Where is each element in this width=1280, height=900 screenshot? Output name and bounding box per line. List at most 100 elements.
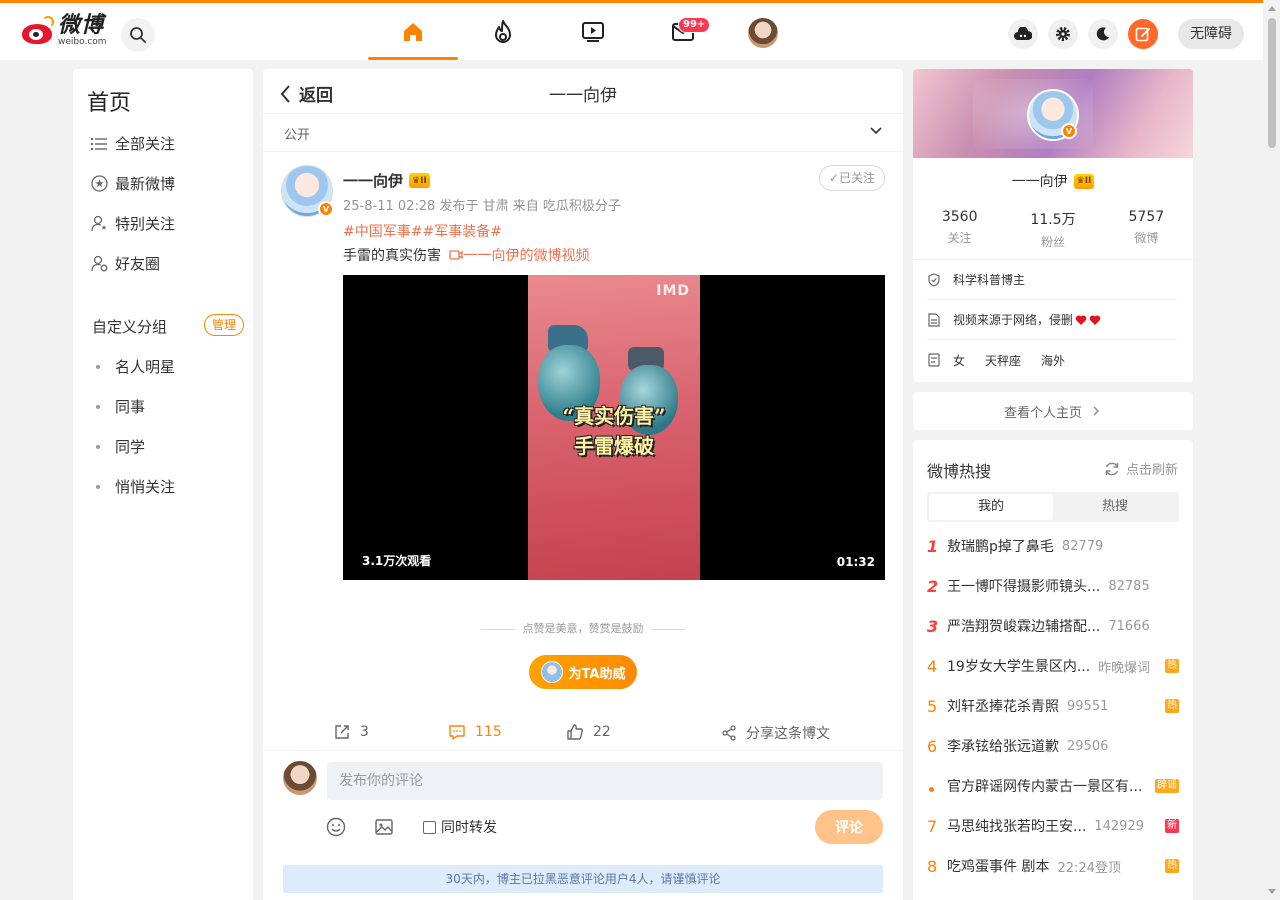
share-label: 分享这条博文 xyxy=(746,726,830,742)
reward-note: 点赞是美意，赞赏是鼓励 xyxy=(263,620,903,636)
stat-following[interactable]: 3560 关注 xyxy=(913,209,1006,250)
crown-icon: ♛ II xyxy=(409,173,430,188)
sidebar-item-friends[interactable]: 好友圈 xyxy=(90,253,160,274)
gear-icon xyxy=(1056,27,1070,41)
sidebar-item-special[interactable]: 特别关注 xyxy=(90,213,175,234)
hot-rank: 3 xyxy=(927,616,939,636)
share-button[interactable]: 分享这条博文 xyxy=(721,723,830,743)
hot-item[interactable]: 3 严浩翔贺峻霖边辅搭配... 71666 xyxy=(927,616,1179,636)
repost-checkbox[interactable]: 同时转发 xyxy=(423,817,497,837)
fire-icon xyxy=(495,19,511,43)
group-item[interactable]: 悄悄关注 xyxy=(96,476,175,497)
scroll-thumb[interactable] xyxy=(1268,18,1276,148)
heart-icon xyxy=(1075,314,1101,325)
hot-count: 99551 xyxy=(1067,698,1109,714)
video-player[interactable]: IMD “真实伤害” 手雷爆破 3.1万次观看 01:32 xyxy=(343,275,885,580)
tab-mine[interactable]: 我的 xyxy=(929,494,1053,520)
weibo-logo[interactable]: 微博 weibo.com xyxy=(20,15,107,47)
logo-text: 微博 xyxy=(58,13,105,38)
follow-button[interactable]: ✓已关注 xyxy=(818,165,885,191)
emoji-button[interactable] xyxy=(326,817,346,837)
stat-label: 关注 xyxy=(947,231,972,245)
bullet-icon xyxy=(96,484,100,489)
stat-followers[interactable]: 11.5万 粉丝 xyxy=(1006,209,1099,250)
group-item[interactable]: 同学 xyxy=(96,436,145,457)
hot-item[interactable]: 2 王一博吓得摄影师镜头... 82785 xyxy=(927,576,1179,596)
sidebar-item-latest[interactable]: 最新微博 xyxy=(90,173,175,194)
video-link[interactable]: 一一向伊的微博视频 xyxy=(445,248,589,264)
stat-number: 11.5万 xyxy=(1030,212,1076,228)
sidebar-title: 首页 xyxy=(87,91,132,116)
like-button[interactable]: 22 xyxy=(566,723,611,741)
stat-posts[interactable]: 5757 微博 xyxy=(1100,209,1193,250)
group-item[interactable]: 同事 xyxy=(96,396,145,417)
hot-item[interactable]: 1 敖瑞鹏p掉了鼻毛 82779 xyxy=(927,536,1179,556)
post-hashtags[interactable]: #中国军事##军事装备# xyxy=(343,221,502,241)
tab-hot[interactable]: 热搜 xyxy=(1053,494,1177,520)
group-item-label: 名人明星 xyxy=(115,358,176,376)
visibility-selector[interactable]: 公开 xyxy=(263,114,903,152)
chevron-down-icon xyxy=(870,127,882,135)
stat-number: 5757 xyxy=(1128,209,1165,225)
image-icon xyxy=(375,819,393,835)
scroll-down-arrow-icon[interactable] xyxy=(1268,889,1276,894)
search-button[interactable] xyxy=(121,18,155,52)
group-item[interactable]: 名人明星 xyxy=(96,356,175,377)
emoji-icon xyxy=(326,817,346,837)
comment-input[interactable] xyxy=(327,762,883,800)
group-item-label: 悄悄关注 xyxy=(115,478,176,496)
group-item-label: 同事 xyxy=(115,398,146,416)
hot-item[interactable]: 官方辟谣网传内蒙古一景区有... 辟谣 xyxy=(927,776,1179,796)
left-sidebar: 首页 全部关注 最新微博 特别关注 好友圈 自定义分组 管理 名人明星 同事 同… xyxy=(73,69,253,900)
bullet-icon xyxy=(96,444,100,449)
post-meta: 25-8-11 02:28 发布于 甘肃 来自 吃瓜积极分子 xyxy=(343,199,621,214)
chevron-right-icon xyxy=(1093,406,1099,416)
user-avatar[interactable] xyxy=(748,18,778,48)
hot-item[interactable]: 7 马思纯找张若昀王安... 142929 新 xyxy=(927,816,1179,836)
hot-search-title: 微博热搜 xyxy=(927,462,992,481)
profile-name[interactable]: 一一向伊 ♛ II xyxy=(913,171,1193,191)
bio-text: 视频来源于网络，侵删 xyxy=(953,313,1074,327)
nav-hot[interactable] xyxy=(458,3,548,60)
nav-video[interactable] xyxy=(548,3,638,60)
hot-item[interactable]: 4 19岁女大学生景区内... 昨晚爆词热 xyxy=(927,656,1179,676)
video-icon xyxy=(582,21,604,42)
author-name[interactable]: 一一向伊 ♛ II xyxy=(343,170,430,191)
hot-tag-badge: 辟谣 xyxy=(1155,779,1179,793)
hot-item[interactable]: 5 刘轩丞捧花杀青照 99551 热 xyxy=(927,696,1179,716)
hot-tag-badge: 热 xyxy=(1165,659,1179,673)
accessibility-button[interactable]: 无障碍 xyxy=(1178,19,1244,49)
manage-groups-button[interactable]: 管理 xyxy=(204,314,245,336)
submit-comment-button[interactable]: 评论 xyxy=(815,810,883,844)
refresh-label: 点击刷新 xyxy=(1125,463,1178,478)
scroll-up-arrow-icon[interactable] xyxy=(1268,6,1276,11)
gamepad-cloud-icon xyxy=(1014,27,1032,40)
checkbox-icon xyxy=(423,820,436,834)
sidebar-item-all-follow[interactable]: 全部关注 xyxy=(90,133,175,154)
hot-item[interactable]: 6 李承铉给张远道歉 29506 xyxy=(927,736,1179,756)
comment-notice: 30天内，博主已拉黑恶意评论用户4人，请谨慎评论 xyxy=(283,865,883,893)
game-button[interactable] xyxy=(1008,19,1038,49)
repost-button[interactable]: 3 xyxy=(333,723,369,741)
sidebar-item-label: 特别关注 xyxy=(115,215,176,233)
hot-rank: 1 xyxy=(927,536,939,556)
compose-button[interactable] xyxy=(1128,19,1158,49)
page-scrollbar[interactable] xyxy=(1263,0,1280,900)
settings-button[interactable] xyxy=(1048,19,1078,49)
hot-title: 王一博吓得摄影师镜头... xyxy=(947,579,1101,595)
stat-label: 微博 xyxy=(1134,231,1159,245)
view-homepage-button[interactable]: 查看个人主页 xyxy=(913,392,1193,430)
search-icon xyxy=(130,27,146,43)
video-caption-line: 手雷爆破 xyxy=(574,434,654,458)
video-duration: 01:32 xyxy=(836,555,875,569)
nav-home[interactable] xyxy=(368,3,458,60)
image-button[interactable] xyxy=(374,817,394,837)
dark-mode-button[interactable] xyxy=(1088,19,1118,49)
custom-group-title: 自定义分组 xyxy=(92,318,168,336)
crown-level: II xyxy=(420,175,427,186)
hot-item[interactable]: 8 吃鸡蛋事件 剧本 22:24登顶 热 xyxy=(927,856,1179,876)
like-count: 22 xyxy=(593,724,611,740)
comment-button[interactable]: 115 xyxy=(448,723,502,741)
reward-button[interactable]: 为TA助威 xyxy=(529,655,637,689)
refresh-button[interactable]: 点击刷新 xyxy=(1104,459,1178,478)
